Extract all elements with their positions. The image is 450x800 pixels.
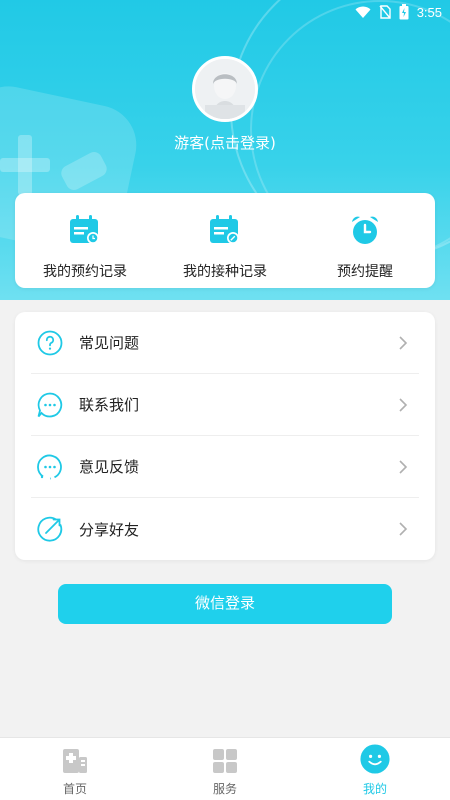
nav-tab-home[interactable]: 首页	[0, 738, 150, 800]
grid-icon	[210, 746, 240, 776]
nav-tab-label: 我的	[362, 782, 387, 796]
nav-tab-label: 首页	[62, 782, 87, 796]
user-avatar-icon	[195, 59, 255, 119]
avatar[interactable]	[192, 56, 258, 122]
quick-action-vaccination-records[interactable]: 我的接种记录	[155, 193, 295, 288]
question-icon	[37, 330, 63, 356]
quick-action-appointment-records[interactable]: 我的预约记录	[15, 193, 155, 288]
quick-action-appointment-reminder[interactable]: 预约提醒	[295, 193, 435, 288]
appointment-calendar-icon	[68, 213, 102, 247]
status-bar: 3:55	[0, 0, 450, 24]
quick-actions-card: 我的预约记录 我的接种记录 预约提醒	[15, 193, 435, 288]
quick-action-label: 预约提醒	[337, 264, 393, 280]
menu-item-contact-us[interactable]: 联系我们	[31, 374, 419, 436]
wechat-login-button[interactable]: 微信登录	[58, 584, 392, 624]
chevron-right-icon	[399, 522, 408, 536]
status-time: 3:55	[416, 4, 442, 20]
feedback-icon	[37, 454, 63, 480]
chevron-right-icon	[399, 459, 408, 474]
bottom-nav: 首页 服务 我的	[0, 737, 450, 800]
battery-icon	[399, 4, 409, 20]
menu-item-label: 联系我们	[79, 396, 140, 414]
menu-item-share[interactable]: 分享好友	[31, 498, 419, 560]
nav-tab-services[interactable]: 服务	[150, 738, 300, 800]
alarm-clock-icon	[348, 213, 382, 247]
menu-item-label: 意见反馈	[79, 458, 140, 476]
menu-item-faq[interactable]: 常见问题	[31, 312, 419, 374]
no-sim-icon	[379, 5, 391, 19]
chat-bubble-icon	[37, 392, 63, 418]
nav-tab-mine[interactable]: 我的	[300, 738, 450, 800]
menu-item-label: 分享好友	[79, 520, 140, 539]
wifi-icon	[355, 6, 371, 18]
nav-tab-label: 服务	[212, 782, 237, 796]
menu-item-feedback[interactable]: 意见反馈	[31, 436, 419, 498]
menu-item-label: 常见问题	[79, 334, 140, 352]
quick-action-label: 我的接种记录	[183, 264, 267, 280]
quick-action-label: 我的预约记录	[43, 264, 127, 280]
decorative-cross	[0, 158, 50, 172]
guest-login-label[interactable]: 游客(点击登录)	[0, 132, 450, 153]
chevron-right-icon	[399, 335, 408, 350]
smile-icon	[360, 744, 390, 776]
menu-card: 常见问题 联系我们 意见反馈 分享好友	[15, 312, 435, 560]
vaccination-calendar-icon	[208, 213, 242, 247]
chevron-right-icon	[399, 397, 408, 412]
share-icon	[37, 516, 63, 542]
home-icon	[60, 746, 90, 776]
